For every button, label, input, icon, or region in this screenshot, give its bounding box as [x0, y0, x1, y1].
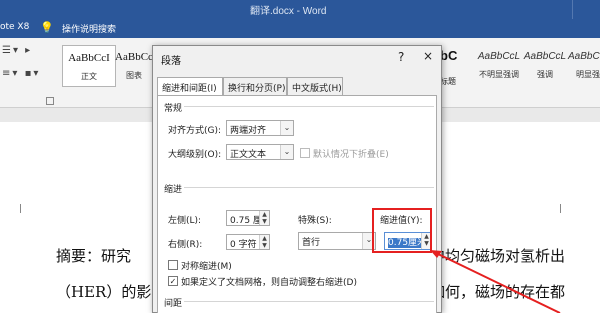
- help-icon[interactable]: ?: [398, 50, 404, 64]
- special-indent-value: 首行: [302, 238, 321, 248]
- title-bar: 翻译.docx - Word: [0, 0, 600, 19]
- style-sample: AaBbCcI: [68, 52, 110, 64]
- auto-adjust-checkbox[interactable]: ✓: [168, 276, 178, 286]
- left-indent-value: 0.75 厘: [230, 216, 262, 226]
- style-heading-name[interactable]: 标题: [440, 76, 456, 87]
- style-sample: AaBbCcL: [568, 51, 600, 62]
- style-name: 强调: [537, 70, 553, 79]
- auto-adjust-label: 如果定义了文档网格，则自动调整右缩进(D): [181, 278, 357, 288]
- section-indentation: 缩进: [164, 185, 183, 195]
- left-indent-input[interactable]: 0.75 厘 ▲ ▼: [226, 210, 270, 226]
- divider: [184, 187, 434, 188]
- document-text-line[interactable]: 如何，磁场的存在都: [430, 281, 565, 302]
- alignment-value: 两端对齐: [230, 126, 267, 136]
- highlight-box: [372, 208, 432, 253]
- font-dialog-launcher-icon[interactable]: [46, 97, 54, 105]
- alignment-select[interactable]: 两端对齐 ⌄: [226, 120, 294, 136]
- right-indent-value: 0 字符: [230, 240, 257, 250]
- alignment-label: 对齐方式(G):: [168, 126, 222, 136]
- lightbulb-icon: 💡: [40, 21, 54, 34]
- style-sample: AaBbCc: [115, 51, 153, 63]
- left-indent-label: 左侧(L):: [168, 216, 202, 226]
- divider: [184, 301, 434, 302]
- style-sample: AaBbCcL: [523, 51, 567, 62]
- style-emphasis[interactable]: AaBbCcL 强调: [516, 45, 574, 87]
- special-indent-select[interactable]: 首行 ⌄: [298, 232, 376, 250]
- style-name: 正文: [81, 72, 97, 81]
- chevron-down-icon: ⌄: [280, 145, 293, 159]
- section-general: 常规: [164, 104, 183, 114]
- spin-updown-icon[interactable]: ▲ ▼: [259, 211, 269, 225]
- mirror-indents-checkbox[interactable]: [168, 260, 178, 270]
- collapsed-label: 默认情况下折叠(E): [313, 150, 389, 160]
- style-intense-emphasis[interactable]: AaBbCcL 明显强: [568, 45, 600, 87]
- right-indent-label: 右侧(R):: [168, 240, 203, 250]
- paragraph-format-icons[interactable]: ☰▾ ▸: [2, 45, 32, 56]
- close-icon[interactable]: ×: [423, 49, 433, 63]
- margin-marker: [560, 204, 561, 213]
- spin-updown-icon[interactable]: ▲ ▼: [259, 235, 269, 249]
- mirror-indents-label: 对称缩进(M): [181, 262, 232, 272]
- outline-level-value: 正文文本: [230, 150, 267, 160]
- paragraph-dialog: 段落 ? × 缩进和间距(I) 换行和分页(P) 中文版式(H) 常规 对齐方式…: [152, 45, 442, 313]
- divider: [184, 106, 434, 107]
- margin-marker: [20, 204, 21, 213]
- outline-level-label: 大纲级别(O):: [168, 150, 222, 160]
- document-text-line[interactable]: 中均匀磁场对氢析出: [430, 245, 565, 266]
- outline-level-select[interactable]: 正文文本 ⌄: [226, 144, 294, 160]
- style-name: 明显强: [576, 70, 600, 79]
- style-figure[interactable]: AaBbCc 图表: [114, 45, 154, 87]
- style-normal[interactable]: AaBbCcI 正文: [62, 45, 116, 87]
- document-text-line[interactable]: 摘要：研究: [56, 245, 131, 266]
- alignment-icons[interactable]: ≡▾ ▪▾: [2, 68, 40, 79]
- section-spacing: 间距: [164, 299, 183, 309]
- dialog-title: 段落: [161, 56, 181, 67]
- tell-me-search[interactable]: 操作说明搜索: [62, 22, 116, 35]
- style-name: 图表: [126, 71, 142, 80]
- chevron-down-icon: ⌄: [280, 121, 293, 135]
- tab-panel: 常规 对齐方式(G): 两端对齐 ⌄ 大纲级别(O): 正文文本 ⌄ 默认情况下…: [157, 95, 437, 313]
- special-indent-label: 特殊(S):: [298, 216, 332, 226]
- window-title: 翻译.docx - Word: [250, 6, 327, 17]
- collapsed-checkbox[interactable]: [300, 148, 310, 158]
- tab-indents-spacing[interactable]: 缩进和间距(I): [157, 77, 223, 96]
- right-indent-input[interactable]: 0 字符 ▲ ▼: [226, 234, 270, 250]
- ribbon-display-options-button[interactable]: [572, 0, 600, 19]
- tab-asian-typography[interactable]: 中文版式(H): [287, 77, 343, 95]
- tab-line-page-breaks[interactable]: 换行和分页(P): [223, 77, 287, 95]
- style-heading-sample[interactable]: bC: [440, 48, 457, 63]
- tab-onenote[interactable]: ote X8: [0, 22, 29, 32]
- document-text-line[interactable]: （HER）的影: [56, 281, 151, 302]
